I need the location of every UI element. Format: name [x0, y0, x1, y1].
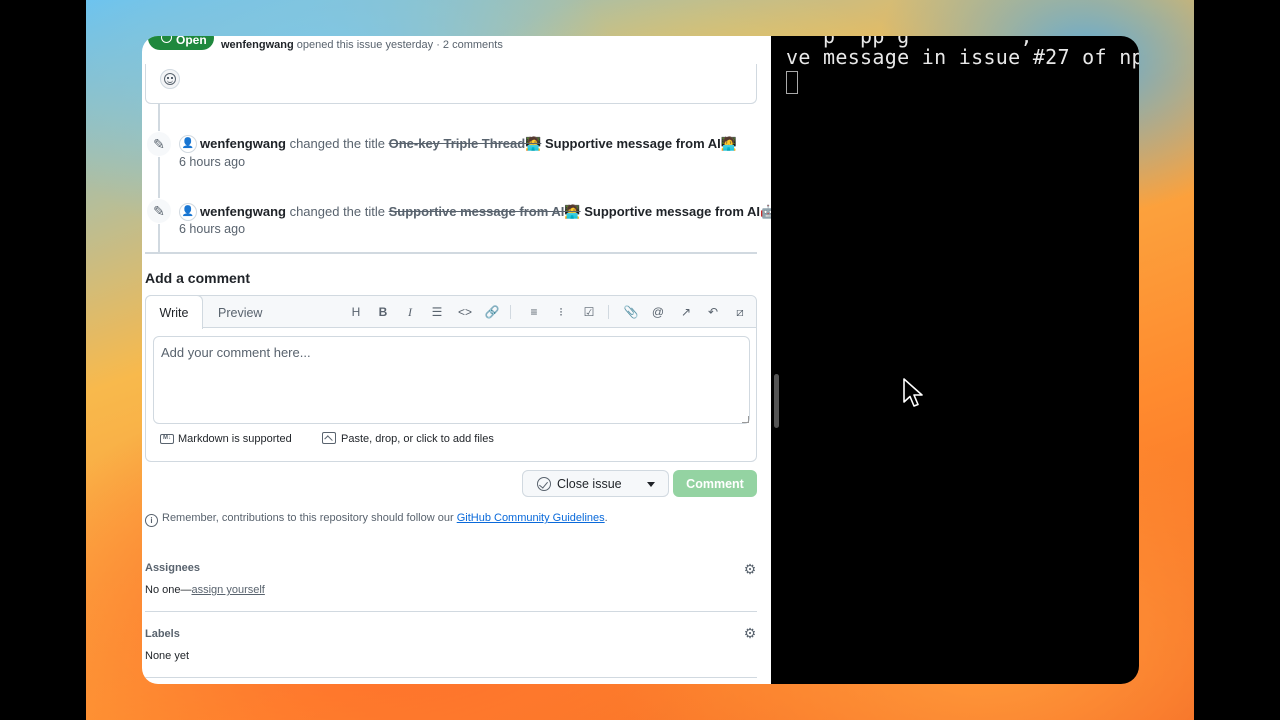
contribution-guidelines-note: i Remember, contributions to this reposit…: [145, 512, 608, 527]
textarea-resize-handle[interactable]: [742, 416, 749, 423]
markdown-icon: M↓: [160, 434, 174, 444]
assignees-none: No one—: [145, 584, 192, 596]
editor-tabbar: Write Preview H B I ☰ <> 🔗 ≡ ⁝ ☑ 📎 @ ↗ ↶…: [145, 295, 756, 329]
guidelines-text: Remember, contributions to this reposito…: [162, 512, 454, 524]
cross-reference-icon[interactable]: ↗: [678, 304, 694, 320]
labels-value: None yet: [145, 650, 190, 662]
image-icon: [322, 432, 336, 444]
comment-box-footer: [145, 64, 757, 104]
new-title: Supportive message from AI🤖: [584, 204, 771, 219]
labels-heading[interactable]: Labels: [145, 628, 180, 640]
timeline-event-text: wenfengwang changed the title One-key Tr…: [200, 136, 737, 152]
timeline-action: changed the title: [289, 204, 385, 219]
sidebar-divider: [145, 611, 757, 612]
add-reaction-button[interactable]: [160, 69, 180, 89]
mouse-pointer-icon: [903, 378, 923, 407]
timeline-action: changed the title: [289, 136, 385, 151]
issue-status-badge: Open: [148, 36, 214, 50]
smiley-icon: [164, 73, 176, 85]
timeline-timestamp[interactable]: 6 hours ago: [179, 222, 245, 236]
reply-icon[interactable]: ↶: [705, 304, 721, 320]
pencil-icon: ✎: [146, 131, 172, 157]
guidelines-suffix: .: [604, 512, 608, 524]
bulleted-list-icon[interactable]: ⁝: [553, 304, 569, 320]
new-title: Supportive message from AI🧑‍💻: [544, 136, 737, 151]
toolbar-separator: [510, 305, 511, 319]
avatar[interactable]: 👤: [179, 135, 197, 153]
check-circle-icon: [537, 477, 551, 491]
info-icon: i: [145, 514, 158, 527]
assign-yourself-link[interactable]: assign yourself: [191, 584, 264, 596]
chevron-down-icon: [647, 482, 655, 487]
code-icon[interactable]: <>: [457, 304, 473, 320]
italic-icon[interactable]: I: [402, 304, 418, 320]
comment-input[interactable]: [153, 336, 750, 424]
tab-write[interactable]: Write: [145, 295, 203, 329]
pencil-icon: ✎: [146, 198, 172, 224]
issue-status-label: Open: [176, 36, 207, 47]
timeline-event-text: wenfengwang changed the title Supportive…: [200, 204, 771, 220]
community-guidelines-link[interactable]: GitHub Community Guidelines: [457, 512, 605, 524]
link-icon[interactable]: 🔗: [484, 304, 500, 320]
old-title: Supportive message from AI🧑‍💻: [388, 204, 581, 219]
issue-meta-text: opened this issue yesterday · 2 comments: [296, 39, 503, 51]
avatar[interactable]: 👤: [179, 203, 197, 221]
tab-preview[interactable]: Preview: [218, 306, 262, 320]
comment-editor: Write Preview H B I ☰ <> 🔗 ≡ ⁝ ☑ 📎 @ ↗ ↶…: [145, 295, 757, 462]
attach-icon[interactable]: 📎: [623, 304, 639, 320]
toolbar-separator: [608, 305, 609, 319]
editor-footer: M↓ Markdown is supported Paste, drop, or…: [146, 431, 756, 461]
timeline-timestamp[interactable]: 6 hours ago: [179, 155, 245, 169]
bold-icon[interactable]: B: [375, 304, 391, 320]
quote-icon[interactable]: ☰: [429, 304, 445, 320]
markdown-supported-link[interactable]: Markdown is supported: [178, 433, 292, 445]
comment-button[interactable]: Comment: [673, 470, 757, 497]
assignees-value: No one—assign yourself: [145, 584, 265, 596]
terminal-cursor: [786, 71, 798, 94]
browser-window: Open wenfengwang opened this issue yeste…: [142, 36, 771, 684]
old-title: One-key Triple Thread🧑‍💻: [388, 136, 542, 151]
issue-meta: wenfengwang opened this issue yesterday …: [221, 39, 503, 51]
slash-command-icon[interactable]: ⧄: [732, 304, 748, 320]
add-comment-heading: Add a comment: [145, 270, 251, 286]
close-issue-button[interactable]: Close issue: [522, 470, 636, 497]
issue-open-icon: [161, 36, 172, 43]
terminal-window[interactable]: p pp g , ve message in issue #27 of np: [771, 36, 1139, 684]
terminal-line: ve message in issue #27 of np: [786, 45, 1139, 69]
add-files-button[interactable]: Paste, drop, or click to add files: [341, 433, 494, 445]
timeline-user-link[interactable]: wenfengwang: [200, 204, 286, 219]
issue-author-link[interactable]: wenfengwang: [221, 39, 294, 51]
close-issue-label: Close issue: [557, 477, 622, 491]
numbered-list-icon[interactable]: ≡: [526, 304, 542, 320]
timeline-line: [158, 104, 160, 254]
assignees-heading[interactable]: Assignees: [145, 562, 200, 574]
close-options-dropdown[interactable]: [635, 470, 669, 497]
mention-icon[interactable]: @: [650, 304, 666, 320]
gear-icon[interactable]: ⚙: [743, 626, 757, 640]
timeline-divider: [145, 252, 757, 254]
split-resize-handle[interactable]: [774, 374, 779, 428]
gear-icon[interactable]: ⚙: [743, 562, 757, 576]
task-list-icon[interactable]: ☑: [581, 304, 597, 320]
timeline-user-link[interactable]: wenfengwang: [200, 136, 286, 151]
sidebar-divider: [145, 677, 757, 678]
heading-icon[interactable]: H: [348, 304, 364, 320]
